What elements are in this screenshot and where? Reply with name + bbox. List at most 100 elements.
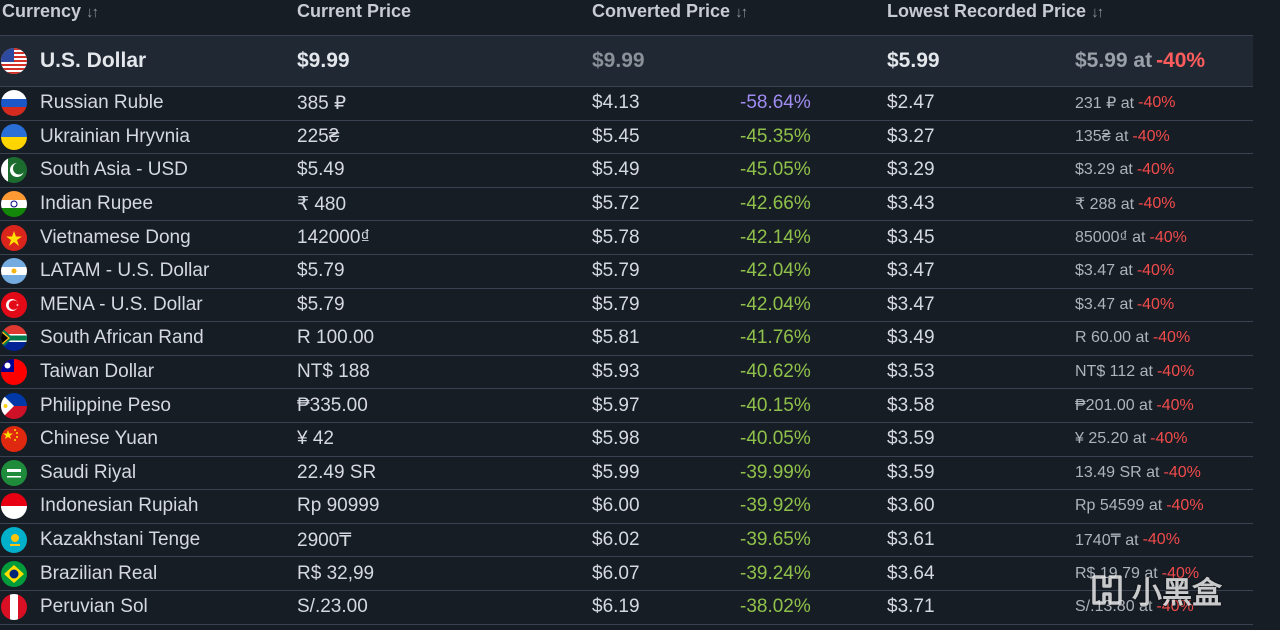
watermark: 小黑盒: [1088, 568, 1222, 612]
flag-cell: [1, 87, 27, 120]
record-value: NT$ 112 at: [1075, 363, 1153, 381]
currency-name: Indian Rupee: [40, 193, 154, 215]
current-price: 2900₸: [297, 529, 352, 551]
sort-icon[interactable]: ↓↑: [1091, 2, 1104, 24]
current-price: ₹ 480: [297, 193, 347, 215]
lowest-price: $5.99: [887, 49, 940, 72]
converted-price: $5.49: [592, 159, 640, 181]
lowest-price: $3.47: [887, 260, 935, 282]
current-price: R$ 32,99: [297, 562, 375, 584]
currency-name: Russian Ruble: [40, 92, 164, 114]
pk-flag-icon: [1, 157, 27, 184]
lowest-recorded-price: 1740₸ at -40%: [1075, 524, 1180, 557]
lowest-recorded-price: ₱201.00 at -40%: [1075, 389, 1194, 422]
table-body: U.S. Dollar $9.99 $9.99 $5.99 $5.99 at -40% Ru…: [0, 35, 1253, 625]
currency-name: Indonesian Rupiah: [40, 495, 199, 517]
flag-cell: [1, 591, 27, 624]
record-value: 85000₫ at: [1075, 228, 1146, 246]
table-row: Russian Ruble 385 ₽ $4.13 -58.64% $2.47 231 ₽…: [0, 87, 1253, 121]
record-value: $3.29 at: [1075, 161, 1133, 179]
flag-cell: [1, 221, 27, 254]
table-row: MENA - U.S. Dollar $5.79 $5.79 -42.04% $3.47…: [0, 289, 1253, 323]
table-row: Brazilian Real R$ 32,99 $6.07 -39.24% $3.64 R…: [0, 557, 1253, 591]
price-difference: -45.05%: [740, 159, 811, 181]
table-row: LATAM - U.S. Dollar $5.79 $5.79 -42.04% $3.4…: [0, 255, 1253, 289]
lowest-price: $3.47: [887, 293, 935, 315]
table-row: South Asia - USD $5.49 $5.49 -45.05% $3.29 $3…: [0, 154, 1253, 188]
current-price: Rp 90999: [297, 495, 380, 517]
pe-flag-icon: [1, 594, 27, 621]
flag-cell: [1, 36, 27, 86]
id-flag-icon: [1, 493, 27, 520]
price-difference: -42.14%: [740, 226, 811, 248]
converted-price: $5.81: [592, 327, 640, 349]
vn-flag-icon: [1, 224, 27, 251]
record-value: Rp 54599 at: [1075, 497, 1163, 515]
price-difference: -42.04%: [740, 293, 811, 315]
table-row: Peruvian Sol S/.23.00 $6.19 -38.02% $3.71 S/.…: [0, 591, 1253, 625]
record-percent: -40%: [1149, 228, 1187, 246]
currency-name: LATAM - U.S. Dollar: [40, 260, 210, 282]
za-flag-icon: [1, 325, 27, 352]
lowest-recorded-price: 231 ₽ at -40%: [1075, 87, 1175, 120]
regional-price-table: Currency ↓↑ Current Price Converted Price…: [0, 0, 1253, 625]
lowest-price: $2.47: [887, 92, 935, 114]
table-row: South African Rand R 100.00 $5.81 -41.76% $3…: [0, 322, 1253, 356]
lowest-recorded-price: $5.99 at -40%: [1075, 36, 1205, 86]
sort-icon[interactable]: ↓↑: [735, 2, 748, 24]
lowest-recorded-price: ₹ 288 at -40%: [1075, 188, 1175, 221]
header-currency[interactable]: Currency ↓↑: [2, 0, 99, 24]
price-difference: -58.64%: [740, 92, 811, 114]
current-price: S/.23.00: [297, 596, 368, 618]
currency-name: U.S. Dollar: [40, 49, 147, 72]
converted-price: $5.78: [592, 226, 640, 248]
converted-price: $5.79: [592, 293, 640, 315]
currency-name: Kazakhstani Tenge: [40, 529, 201, 551]
header-lowest-recorded-price[interactable]: Lowest Recorded Price ↓↑: [887, 0, 1104, 24]
br-flag-icon: [1, 560, 27, 587]
price-difference: -39.24%: [740, 562, 811, 584]
lowest-recorded-price: $3.47 at -40%: [1075, 255, 1174, 288]
price-difference: -40.05%: [740, 428, 811, 450]
tr-flag-icon: [1, 291, 27, 318]
price-difference: -42.04%: [740, 260, 811, 282]
currency-name: MENA - U.S. Dollar: [40, 293, 203, 315]
converted-price: $5.45: [592, 125, 640, 147]
currency-name: Philippine Peso: [40, 394, 171, 416]
table-row: Saudi Riyal 22.49 SR $5.99 -39.99% $3.59 13.4…: [0, 457, 1253, 491]
record-value: 231 ₽ at: [1075, 95, 1135, 113]
ar-flag-icon: [1, 258, 27, 285]
record-value: 13.49 SR at: [1075, 463, 1160, 481]
converted-price: $6.19: [592, 596, 640, 618]
converted-price: $6.07: [592, 562, 640, 584]
current-price: R 100.00: [297, 327, 375, 349]
table-row: Kazakhstani Tenge 2900₸ $6.02 -39.65% $3.61 1…: [0, 524, 1253, 558]
flag-cell: [1, 524, 27, 557]
record-percent: -40%: [1163, 463, 1201, 481]
lowest-recorded-price: 13.49 SR at -40%: [1075, 457, 1201, 490]
flag-cell: [1, 188, 27, 221]
lowest-price: $3.49: [887, 327, 935, 349]
currency-name: Taiwan Dollar: [40, 361, 155, 383]
table-row: Indian Rupee ₹ 480 $5.72 -42.66% $3.43 ₹ 288 …: [0, 188, 1253, 222]
lowest-price: $3.58: [887, 394, 935, 416]
ru-flag-icon: [1, 90, 27, 117]
current-price: NT$ 188: [297, 361, 370, 383]
flag-cell: [1, 289, 27, 322]
lowest-price: $3.71: [887, 596, 935, 618]
table-row: Philippine Peso ₱335.00 $5.97 -40.15% $3.58 ₱…: [0, 389, 1253, 423]
current-price: $5.79: [297, 293, 345, 315]
currency-name: Peruvian Sol: [40, 596, 148, 618]
flag-cell: [1, 389, 27, 422]
us-flag-icon: [1, 48, 27, 74]
record-percent: -40%: [1138, 195, 1176, 213]
lowest-price: $3.29: [887, 159, 935, 181]
sort-icon[interactable]: ↓↑: [86, 2, 99, 24]
lowest-price: $3.59: [887, 461, 935, 483]
current-price: ₱335.00: [297, 394, 368, 416]
current-price: 225₴: [297, 125, 340, 147]
header-converted-price[interactable]: Converted Price ↓↑: [592, 0, 748, 24]
price-difference: -39.99%: [740, 461, 811, 483]
current-price: $5.49: [297, 159, 345, 181]
flag-cell: [1, 154, 27, 187]
